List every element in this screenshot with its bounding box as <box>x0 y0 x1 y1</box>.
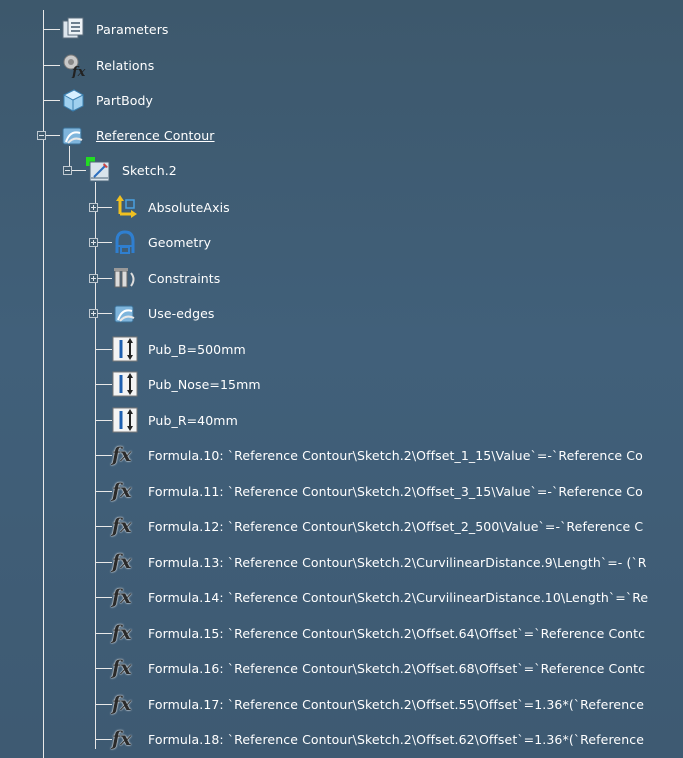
tree-item-formula[interactable]: fx Formula.10: `Reference Contour\Sketch… <box>112 438 643 472</box>
relations-icon: fx <box>60 52 86 80</box>
specification-tree: Parameters fx Relations PartBody Referen… <box>10 10 683 758</box>
formula-icon: fx <box>112 515 132 537</box>
collapse-toggle[interactable] <box>63 166 72 175</box>
tree-branch <box>95 668 112 669</box>
formula-icon: fx <box>112 551 132 573</box>
tree-item-formula[interactable]: fx Formula.17: `Reference Contour\Sketch… <box>112 687 644 721</box>
tree-item-constraints[interactable]: Constraints <box>112 261 220 295</box>
tree-branch <box>95 384 112 385</box>
tree-item-label: Relations <box>96 57 155 73</box>
tree-item-absoluteaxis[interactable]: AbsoluteAxis <box>112 190 230 224</box>
tree-item-formula[interactable]: fx Formula.15: `Reference Contour\Sketch… <box>112 616 645 650</box>
collapse-toggle[interactable] <box>37 131 46 140</box>
tree-item-label: Formula.18: `Reference Contour\Sketch.2\… <box>148 731 645 747</box>
use-edges-icon <box>112 300 138 326</box>
tree-item-label: Formula.17: `Reference Contour\Sketch.2\… <box>148 696 645 712</box>
formula-icon: fx <box>112 480 132 502</box>
tree-item-partbody[interactable]: PartBody <box>60 83 153 117</box>
tree-item-label: AbsoluteAxis <box>148 199 230 215</box>
tree-branch <box>43 100 60 101</box>
tree-item-formula[interactable]: fx Formula.11: `Reference Contour\Sketch… <box>112 474 643 508</box>
tree-item-label: Geometry <box>148 234 212 250</box>
publication-icon <box>112 336 138 362</box>
tree-branch <box>95 704 112 705</box>
formula-icon: fx <box>112 586 132 608</box>
svg-text:fx: fx <box>71 65 86 78</box>
sketch-icon <box>86 157 112 183</box>
tree-item-formula[interactable]: fx Formula.13: `Reference Contour\Sketch… <box>112 545 647 579</box>
tree-item-label: Formula.11: `Reference Contour\Sketch.2\… <box>148 483 643 499</box>
expand-toggle[interactable] <box>89 238 98 247</box>
tree-item-label: PartBody <box>96 92 154 108</box>
tree-branch <box>95 597 112 598</box>
geometrical-set-icon <box>60 122 86 148</box>
tree-branch <box>95 633 112 634</box>
tree-item-publication[interactable]: Pub_R=40mm <box>112 403 238 437</box>
tree-item-formula[interactable]: fx Formula.16: `Reference Contour\Sketch… <box>112 651 645 685</box>
tree-branch <box>95 349 112 350</box>
expand-toggle[interactable] <box>89 203 98 212</box>
expand-toggle[interactable] <box>89 309 98 318</box>
tree-item-label: Pub_R=40mm <box>148 412 238 428</box>
geometry-icon <box>112 229 138 255</box>
tree-item-label: Formula.12: `Reference Contour\Sketch.2\… <box>148 518 644 534</box>
publication-icon <box>112 371 138 397</box>
tree-item-label: Formula.14: `Reference Contour\Sketch.2\… <box>148 589 649 605</box>
tree-branch <box>95 562 112 563</box>
tree-item-label: Formula.10: `Reference Contour\Sketch.2\… <box>148 447 643 463</box>
tree-item-label: Pub_B=500mm <box>148 341 246 357</box>
formula-icon: fx <box>112 693 132 715</box>
axis-icon <box>112 194 138 220</box>
tree-item-label: Sketch.2 <box>122 162 177 178</box>
formula-icon: fx <box>112 657 132 679</box>
tree-item-label: Reference Contour <box>96 127 215 143</box>
tree-branch <box>43 65 60 66</box>
formula-icon: fx <box>112 444 132 466</box>
expand-toggle[interactable] <box>89 274 98 283</box>
partbody-icon <box>60 87 86 113</box>
tree-item-geometry[interactable]: Geometry <box>112 225 211 259</box>
tree-item-label: Pub_Nose=15mm <box>148 376 261 392</box>
tree-item-formula[interactable]: fx Formula.18: `Reference Contour\Sketch… <box>112 722 644 756</box>
tree-item-use-edges[interactable]: Use-edges <box>112 296 215 330</box>
tree-level3-line <box>95 182 96 749</box>
tree-item-publication[interactable]: Pub_B=500mm <box>112 332 246 366</box>
tree-branch <box>95 455 112 456</box>
tree-item-label: Formula.15: `Reference Contour\Sketch.2\… <box>148 625 646 641</box>
formula-icon: fx <box>112 728 132 750</box>
formula-icon: fx <box>112 622 132 644</box>
tree-item-reference-contour[interactable]: Reference Contour <box>60 118 215 152</box>
tree-branch <box>95 491 112 492</box>
tree-item-formula[interactable]: fx Formula.14: `Reference Contour\Sketch… <box>112 580 648 614</box>
tree-branch <box>95 420 112 421</box>
tree-item-label: Parameters <box>96 21 169 37</box>
tree-branch <box>95 526 112 527</box>
publication-icon <box>112 407 138 433</box>
parameters-icon <box>60 16 86 42</box>
tree-trunk-line <box>43 10 44 758</box>
tree-item-label: Formula.16: `Reference Contour\Sketch.2\… <box>148 660 646 676</box>
tree-item-publication[interactable]: Pub_Nose=15mm <box>112 367 261 401</box>
tree-item-formula[interactable]: fx Formula.12: `Reference Contour\Sketch… <box>112 509 643 543</box>
tree-item-sketch[interactable]: Sketch.2 <box>86 153 177 187</box>
tree-item-relations[interactable]: fx Relations <box>60 48 154 82</box>
tree-item-label: Formula.13: `Reference Contour\Sketch.2\… <box>148 554 647 570</box>
tree-item-label: Constraints <box>148 270 221 286</box>
tree-branch <box>43 29 60 30</box>
tree-item-parameters[interactable]: Parameters <box>60 12 169 46</box>
tree-item-label: Use-edges <box>148 305 215 321</box>
tree-branch <box>95 739 112 740</box>
constraints-icon <box>112 265 138 291</box>
